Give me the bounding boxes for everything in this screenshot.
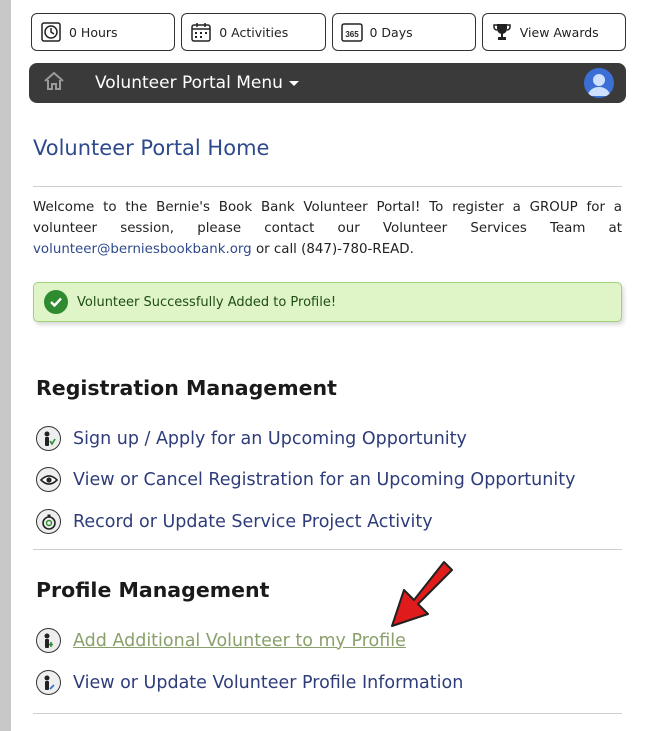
home-icon[interactable] <box>43 71 65 95</box>
days-icon-text: 365 <box>345 30 359 39</box>
view-cancel-registration-label: View or Cancel Registration for an Upcom… <box>73 469 576 490</box>
divider <box>33 186 622 187</box>
trophy-icon <box>491 21 513 43</box>
person-icon <box>36 426 61 451</box>
update-profile-link[interactable]: View or Update Volunteer Profile Informa… <box>36 670 463 695</box>
update-profile-label: View or Update Volunteer Profile Informa… <box>73 672 464 693</box>
hours-button[interactable]: 0 Hours <box>31 13 176 51</box>
portal-menu-dropdown[interactable]: Volunteer Portal Menu <box>95 73 299 93</box>
welcome-body: Welcome to the Bernie's Book Bank Volunt… <box>33 200 622 236</box>
success-alert: Volunteer Successfully Added to Profile! <box>33 282 622 322</box>
page-title: Volunteer Portal Home <box>33 136 270 160</box>
view-cancel-registration-link[interactable]: View or Cancel Registration for an Upcom… <box>36 467 575 492</box>
signup-opportunity-label: Sign up / Apply for an Upcoming Opportun… <box>73 428 467 449</box>
check-circle-icon <box>44 290 68 314</box>
clock-icon <box>40 21 62 43</box>
alert-message: Volunteer Successfully Added to Profile! <box>77 294 337 310</box>
awards-label: View Awards <box>519 24 599 40</box>
red-arrow-icon <box>391 561 453 627</box>
divider <box>33 549 622 550</box>
left-edge-bar <box>0 0 11 731</box>
email-link[interactable]: volunteer@berniesbookbank.org <box>33 242 252 257</box>
chevron-down-icon <box>288 80 299 86</box>
record-activity-link[interactable]: Record or Update Service Project Activit… <box>36 509 433 534</box>
calendar-icon <box>190 21 212 43</box>
person-icon <box>36 628 61 653</box>
view-awards-button[interactable]: View Awards <box>481 13 626 51</box>
hours-label: 0 Hours <box>69 24 118 40</box>
person-icon <box>36 670 61 695</box>
add-volunteer-link[interactable]: Add Additional Volunteer to my Profile <box>36 628 406 653</box>
call-text: or call (847)-780-READ. <box>255 242 414 257</box>
registration-heading: Registration Management <box>36 376 337 400</box>
calendar-365-icon: 365 <box>340 21 363 43</box>
stopwatch-icon <box>36 509 61 534</box>
welcome-text: Welcome to the Bernie's Book Bank Volunt… <box>33 197 622 260</box>
stats-bar: 0 Hours 0 Activities 365 0 Days View Awa… <box>31 13 626 51</box>
profile-heading: Profile Management <box>36 578 270 602</box>
record-activity-label: Record or Update Service Project Activit… <box>73 511 433 532</box>
signup-opportunity-link[interactable]: Sign up / Apply for an Upcoming Opportun… <box>36 426 467 451</box>
activities-button[interactable]: 0 Activities <box>181 13 326 51</box>
portal-menu-label: Volunteer Portal Menu <box>95 73 283 93</box>
user-avatar[interactable] <box>584 68 614 98</box>
divider <box>33 713 622 714</box>
eye-icon <box>36 467 61 492</box>
activities-label: 0 Activities <box>219 24 289 40</box>
days-label: 0 Days <box>369 24 413 40</box>
add-volunteer-label: Add Additional Volunteer to my Profile <box>73 630 406 651</box>
portal-navbar: Volunteer Portal Menu <box>29 63 626 103</box>
days-button[interactable]: 365 0 Days <box>331 13 476 51</box>
